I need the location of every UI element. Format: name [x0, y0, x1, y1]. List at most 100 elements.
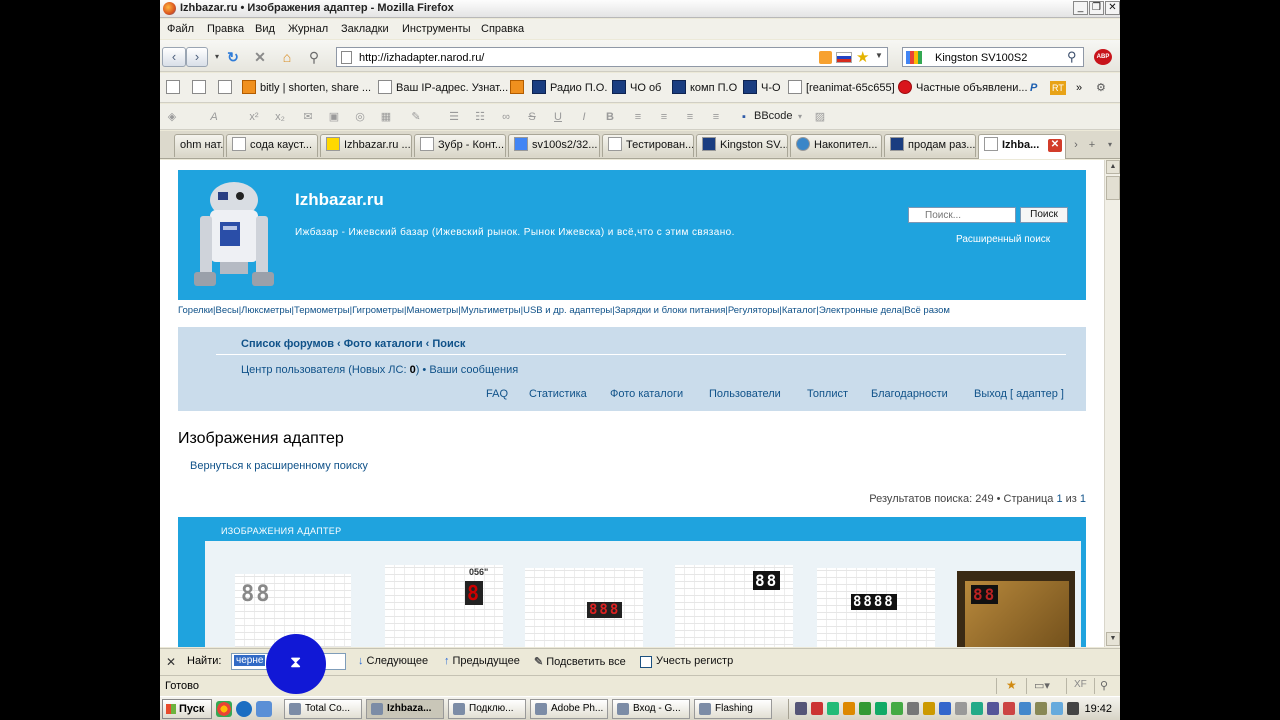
align-center-icon[interactable]: ≡ — [656, 109, 672, 125]
task-login-google[interactable]: Вход - G... — [612, 699, 690, 719]
gallery-thumb[interactable]: 056" 8 — [385, 565, 503, 647]
scroll-thumb[interactable] — [1106, 176, 1120, 200]
more-bookmarks-icon[interactable]: » — [1076, 79, 1082, 97]
chrome-icon[interactable] — [216, 701, 232, 717]
xf-icon[interactable]: XF — [1074, 679, 1087, 690]
align-left-icon[interactable]: ≡ — [630, 109, 646, 125]
photo-catalogs-link[interactable]: Фото каталоги — [610, 388, 683, 400]
category-links[interactable]: Горелки|Весы|Люксметры|Термометры|Гигром… — [178, 305, 1088, 316]
tab-6[interactable]: Тестирован... — [602, 134, 694, 157]
bookmark-star-icon[interactable]: ★ — [856, 48, 869, 66]
italic-icon[interactable]: I — [576, 109, 592, 125]
search-icon[interactable]: ⚲ — [1067, 49, 1077, 65]
home-icon[interactable]: ⌂ — [278, 48, 296, 66]
tray-icon[interactable] — [827, 702, 839, 715]
menu-help[interactable]: Справка — [481, 23, 524, 35]
close-button[interactable]: ✕ — [1105, 1, 1120, 15]
reload-icon[interactable]: ↻ — [224, 48, 242, 66]
back-to-search-link[interactable]: Вернуться к расширенному поиску — [190, 460, 368, 472]
tray-icon[interactable] — [939, 702, 951, 715]
list-bullet-icon[interactable]: ☰ — [446, 109, 462, 125]
image-icon[interactable]: ▣ — [326, 109, 342, 125]
tray-icon[interactable] — [955, 702, 967, 715]
paypal-icon[interactable]: P — [1030, 79, 1037, 97]
gallery-thumb[interactable]: 888 — [525, 568, 643, 647]
adblock-icon[interactable]: ABP — [1094, 49, 1112, 65]
scroll-up-icon[interactable]: ▲ — [1106, 160, 1120, 174]
user-control-panel-link[interactable]: Центр пользователя (Новых ЛС: 0) • Ваши … — [241, 364, 518, 376]
tab-7[interactable]: Kingston SV... — [696, 134, 788, 157]
tray-icon[interactable] — [859, 702, 871, 715]
minimize-button[interactable]: _ — [1073, 1, 1088, 15]
maximize-button[interactable]: ❐ — [1089, 1, 1104, 15]
menu-bookmarks[interactable]: Закладки — [341, 23, 389, 35]
addon-icon[interactable]: ▭▾ — [1034, 679, 1050, 692]
task-flashing[interactable]: Flashing — [694, 699, 772, 719]
bookmark-icon-3[interactable] — [218, 79, 236, 97]
site-title[interactable]: Izhbazar.ru — [295, 190, 384, 210]
new-tab-icon[interactable]: + — [1084, 137, 1100, 153]
close-tab-icon[interactable]: ✕ — [1048, 139, 1062, 152]
volume-icon[interactable] — [1067, 702, 1079, 715]
back-button[interactable]: ‹ — [162, 47, 186, 67]
tab-3[interactable]: Izhbazar.ru ... — [320, 134, 412, 157]
highlight-all-button[interactable]: ✎ Подсветить все — [534, 655, 626, 668]
search-box[interactable]: ⚲ — [902, 47, 1084, 67]
paint-icon[interactable]: ✎ — [408, 109, 424, 125]
tray-icon[interactable] — [907, 702, 919, 715]
link-icon[interactable]: ∞ — [498, 109, 514, 125]
tab-active[interactable]: Izhba... ✕ — [978, 134, 1066, 159]
gallery-thumb[interactable]: 88 — [957, 571, 1075, 647]
find-previous-button[interactable]: ↑ Предыдущее — [444, 655, 520, 667]
menu-file[interactable]: Файл — [167, 23, 194, 35]
users-link[interactable]: Пользователи — [709, 388, 781, 400]
vertical-scrollbar[interactable]: ▲ ▼ — [1104, 160, 1120, 647]
ie-icon[interactable] — [236, 701, 252, 717]
toplist-link[interactable]: Топлист — [807, 388, 848, 400]
russian-flag-icon[interactable] — [836, 52, 852, 63]
google-icon[interactable] — [906, 51, 922, 64]
scroll-down-icon[interactable]: ▼ — [1106, 632, 1120, 646]
task-connection[interactable]: Подклю... — [448, 699, 526, 719]
bold-icon[interactable]: B — [602, 109, 618, 125]
start-button[interactable]: Пуск — [162, 699, 212, 719]
forward-button[interactable]: › — [186, 47, 208, 67]
tray-icon[interactable] — [1051, 702, 1063, 715]
bookmark-mail-2[interactable]: ЧО об — [612, 79, 661, 97]
task-izhbazar[interactable]: Izhbaza... — [366, 699, 444, 719]
table-icon[interactable]: ▦ — [378, 109, 394, 125]
tab-2[interactable]: сода кауст... — [226, 134, 318, 157]
tray-icon[interactable] — [891, 702, 903, 715]
bookmark-reanimat[interactable]: [reanimat-65c655] — [788, 79, 895, 97]
bookmark-mail-4[interactable]: Ч-О — [743, 79, 781, 97]
bookmark-icon-2[interactable] — [192, 79, 210, 97]
address-bar[interactable]: ★ ▼ — [336, 47, 888, 67]
bookmark-bitly[interactable]: bitly | shorten, share ... — [242, 79, 371, 97]
settings-icon[interactable]: ⚙ — [1096, 79, 1106, 97]
close-find-icon[interactable]: ✕ — [166, 655, 176, 669]
search-input[interactable] — [935, 50, 1065, 65]
media-icon[interactable]: ◎ — [352, 109, 368, 125]
task-total-commander[interactable]: Total Co... — [284, 699, 362, 719]
zoom-icon[interactable]: ⚲ — [305, 48, 323, 66]
header-search-input[interactable] — [908, 207, 1016, 223]
tray-icon[interactable] — [1019, 702, 1031, 715]
options-icon[interactable]: ▨ — [812, 109, 828, 125]
find-next-button[interactable]: ↓ Следующее — [358, 655, 428, 667]
superscript-icon[interactable]: x² — [246, 109, 262, 125]
logout-link[interactable]: Выход [ адаптер ] — [974, 388, 1064, 400]
task-adobe-photoshop[interactable]: Adobe Ph... — [530, 699, 608, 719]
tray-icon[interactable] — [795, 702, 807, 715]
tray-icon[interactable] — [1035, 702, 1047, 715]
rt-icon[interactable]: RT — [1050, 81, 1066, 95]
tab-5[interactable]: sv100s2/32... — [508, 134, 600, 157]
tray-icon[interactable] — [923, 702, 935, 715]
tab-scroll-icon[interactable]: › — [1068, 137, 1084, 153]
bookmark-radio[interactable] — [510, 79, 528, 97]
tab-list-icon[interactable]: ▾ — [1102, 137, 1118, 153]
list-number-icon[interactable]: ☷ — [472, 109, 488, 125]
resize-grip-icon[interactable]: ⚲ — [1100, 679, 1108, 692]
gallery-thumb[interactable]: 8888 — [817, 568, 935, 647]
tray-icon[interactable] — [1003, 702, 1015, 715]
tab-4[interactable]: Зубр - Конт... — [414, 134, 506, 157]
